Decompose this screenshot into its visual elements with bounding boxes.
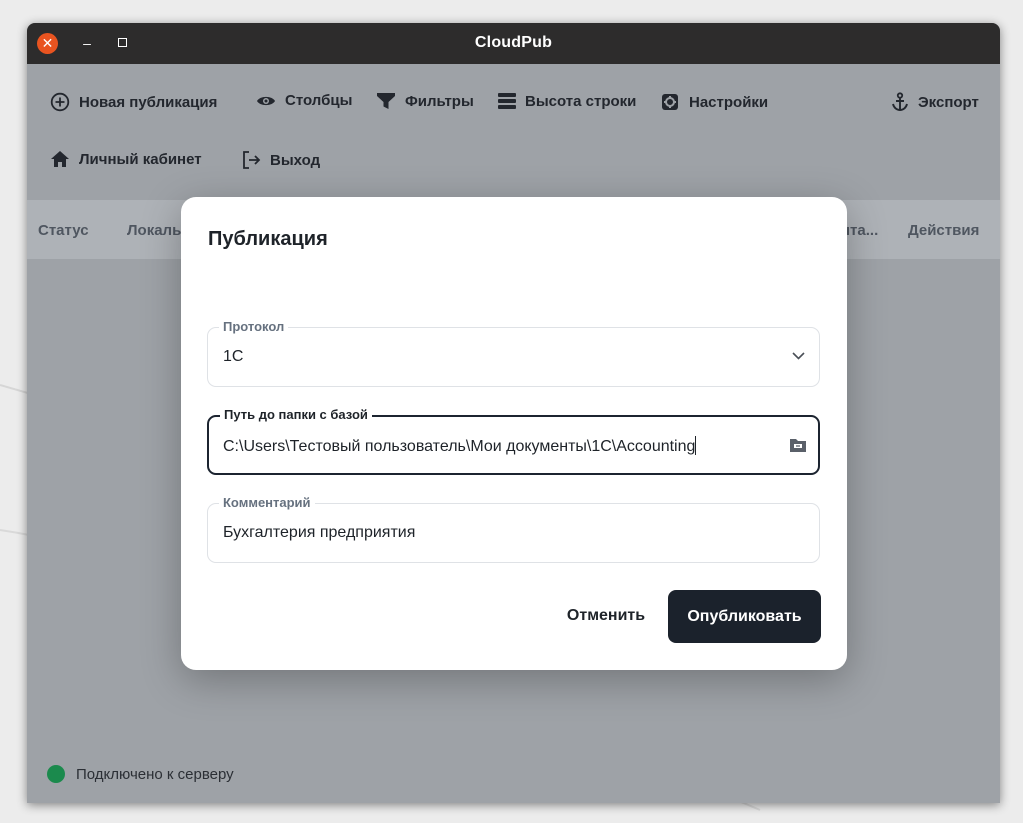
protocol-label: Протокол [219,319,289,335]
eye-icon [257,96,275,105]
filters-label: Фильтры [405,92,474,110]
export-button[interactable]: Экспорт [891,92,979,112]
column-header-locale[interactable]: Локаль [127,222,181,239]
dialog-title: Публикация [208,228,328,250]
rows-icon [498,93,516,109]
protocol-value: 1С [223,348,244,365]
account-label: Личный кабинет [79,150,202,168]
settings-label: Настройки [689,93,769,111]
row-height-label: Высота строки [525,92,637,110]
anchor-icon [892,92,908,111]
column-header-actions[interactable]: Действия [908,222,979,239]
path-value: C:\Users\Тестовый пользователь\Мои докум… [223,438,696,455]
new-publication-button[interactable]: Новая публикация [50,92,217,112]
new-publication-label: Новая публикация [79,93,218,111]
publish-button[interactable]: Опубликовать [668,590,821,643]
filters-button[interactable]: Фильтры [376,92,474,110]
folder-open-icon[interactable] [789,436,807,454]
comment-input[interactable]: Комментарий Бухгалтерия предприятия [207,495,820,563]
path-input[interactable]: Путь до папки с базой C:\Users\Тестовый … [207,407,820,475]
row-height-button[interactable]: Высота строки [498,92,636,110]
account-button[interactable]: Личный кабинет [50,150,202,168]
logout-button[interactable]: Выход [241,150,320,170]
funnel-icon [377,93,395,109]
chevron-down-icon [792,352,805,360]
path-value-wrap: C:\Users\Тестовый пользователь\Мои докум… [223,436,697,456]
path-label: Путь до папки с базой [220,407,372,423]
gear-icon [662,94,678,110]
column-header-status[interactable]: Статус [38,222,89,239]
logout-label: Выход [270,151,321,169]
settings-button[interactable]: Настройки [660,92,768,112]
text-caret [695,436,697,455]
connection-status: Подключено к серверу [47,765,234,783]
columns-button[interactable]: Столбцы [256,92,352,109]
window-title: CloudPub [474,34,553,51]
home-icon [51,151,69,167]
protocol-select[interactable]: Протокол 1С [207,319,820,387]
comment-label: Комментарий [219,495,315,511]
columns-label: Столбцы [285,92,353,109]
plus-circle-icon [50,92,70,112]
logout-icon [243,151,261,169]
status-text: Подключено к серверу [76,765,234,783]
cancel-button[interactable]: Отменить [555,590,657,642]
title-bar: ✕ – CloudPub [27,23,1000,64]
comment-value: Бухгалтерия предприятия [223,524,416,541]
status-indicator-icon [47,765,65,783]
publication-dialog: Публикация Протокол 1С Путь до папки с б… [181,197,847,670]
export-label: Экспорт [918,93,979,111]
